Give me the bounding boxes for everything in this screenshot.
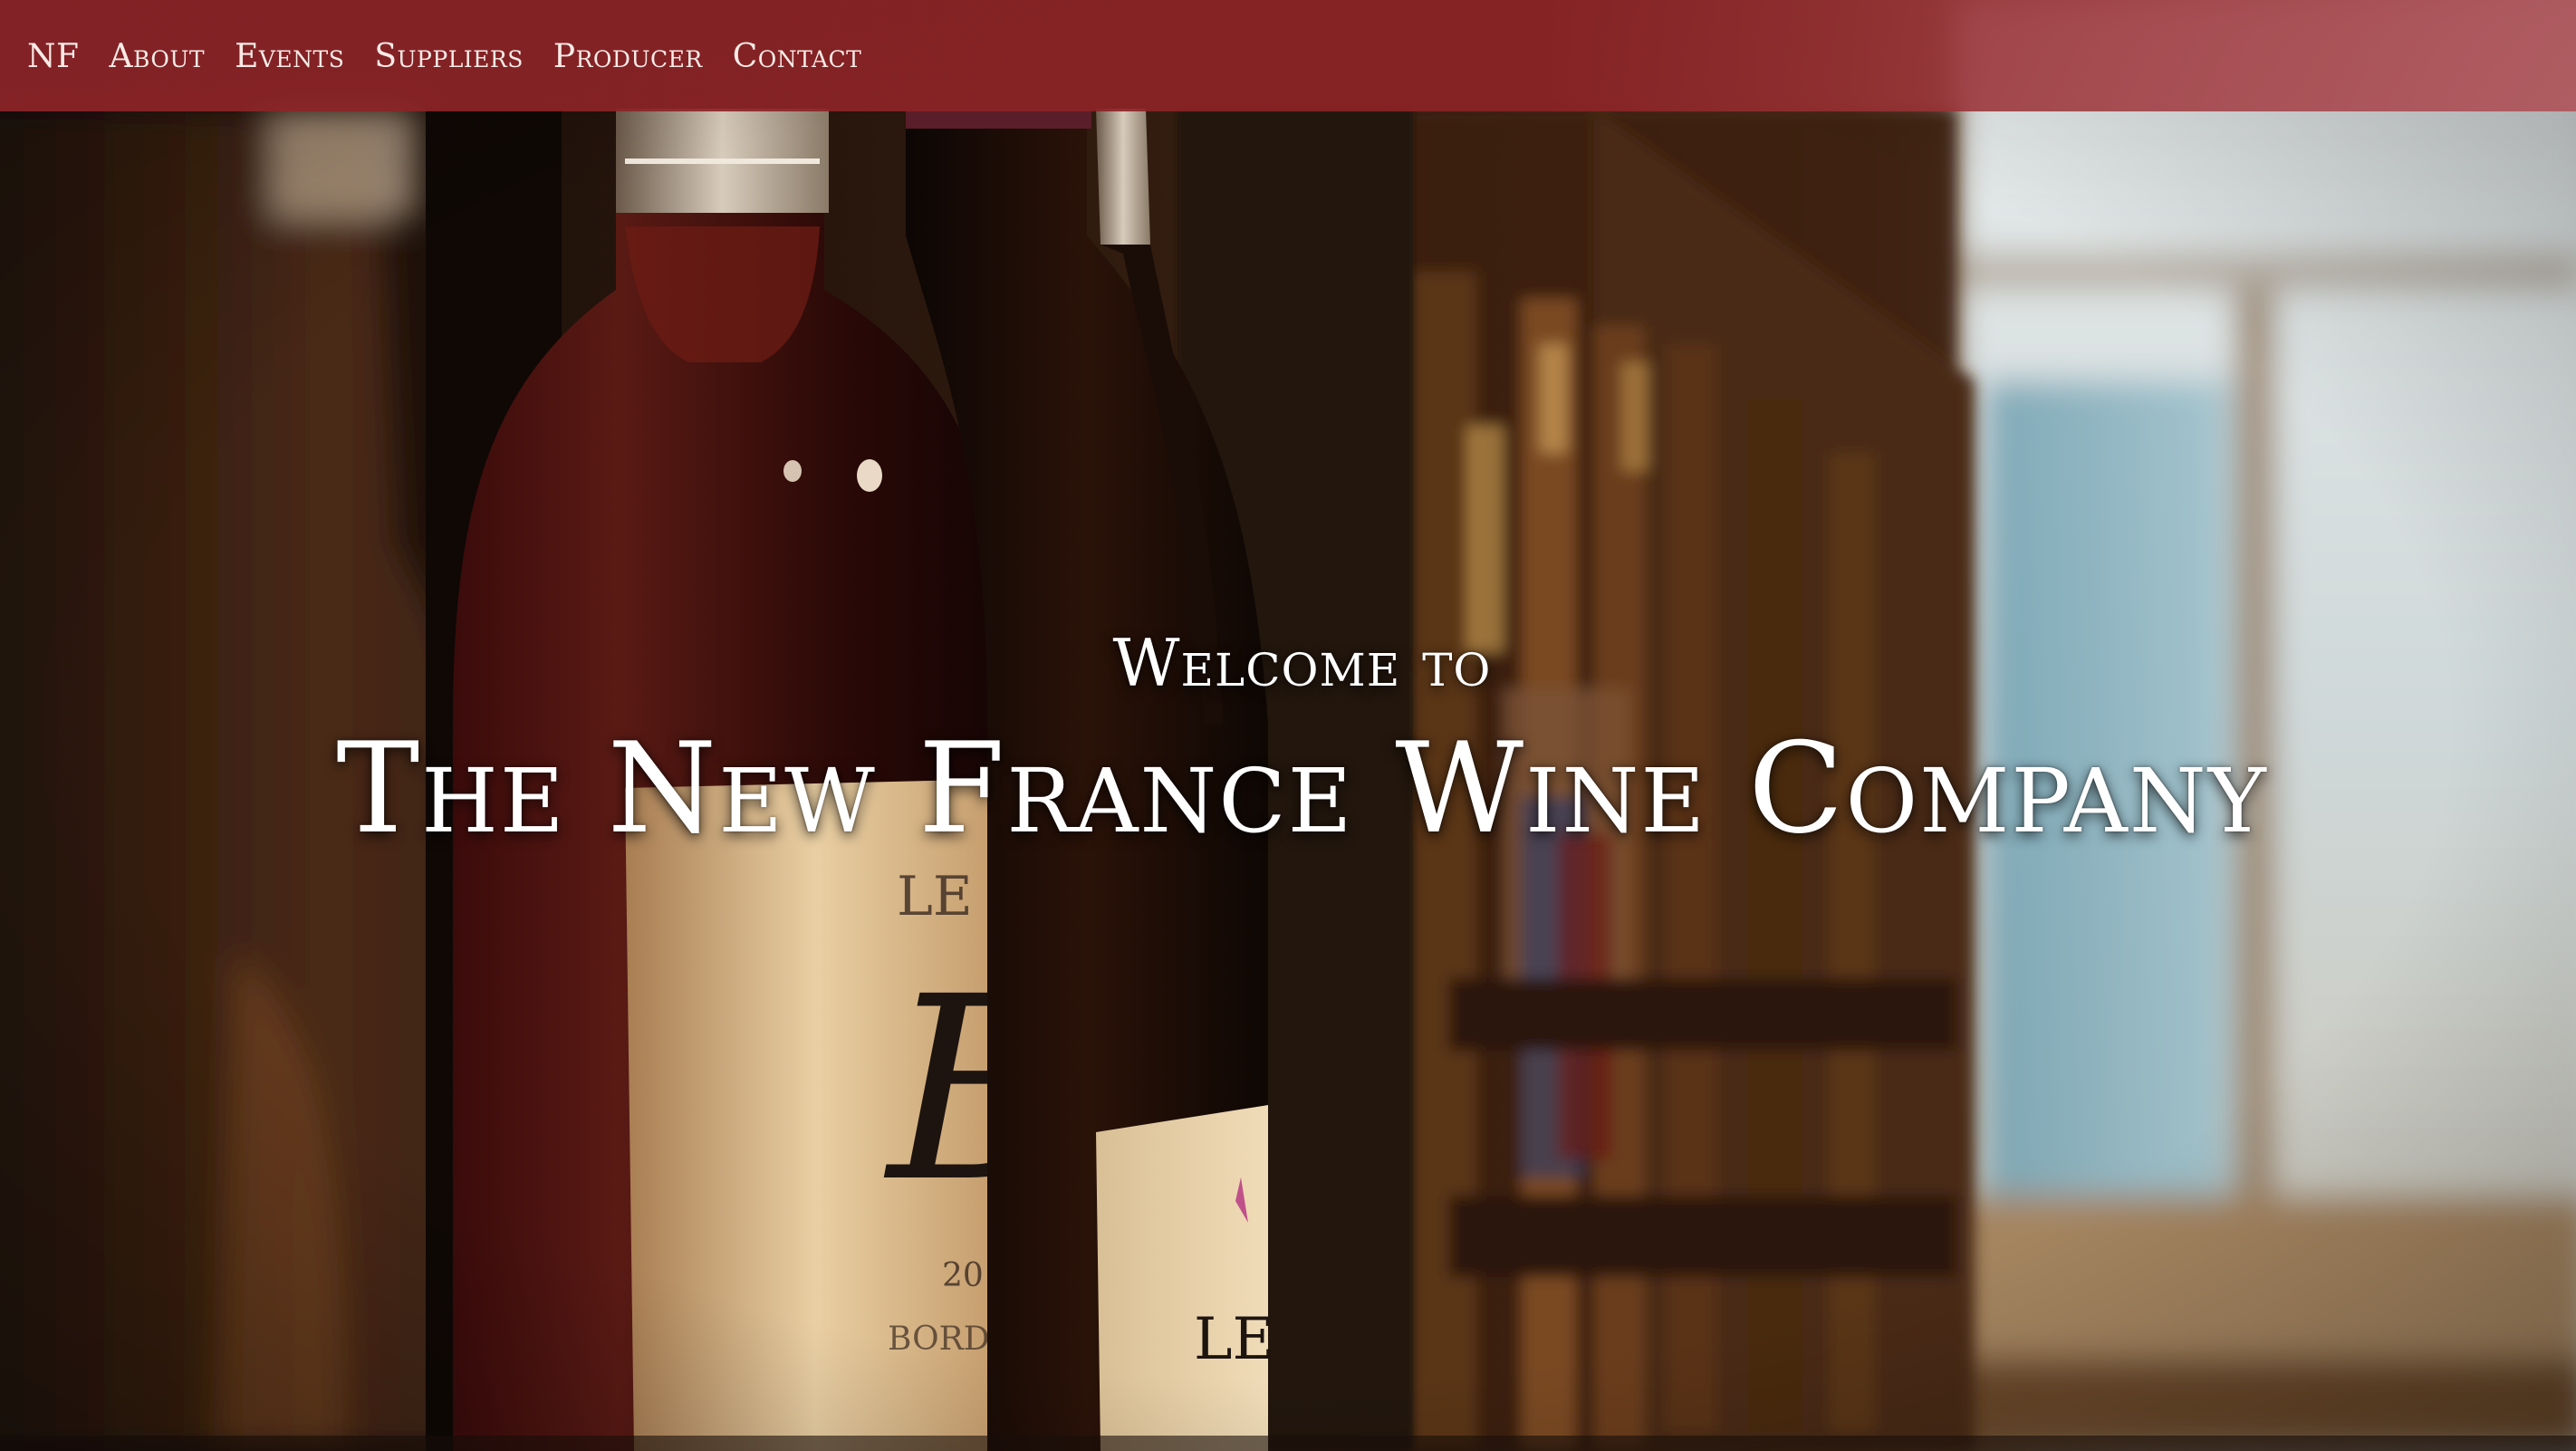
nav-link-producer[interactable]: Producer bbox=[553, 39, 703, 73]
nav-link-events[interactable]: Events bbox=[235, 39, 344, 73]
nav-link-suppliers[interactable]: Suppliers bbox=[374, 39, 524, 73]
top-navbar: NF About Events Suppliers Producer Conta… bbox=[0, 0, 2576, 111]
nav-link-home[interactable]: NF bbox=[27, 39, 79, 73]
hero-company-title: The New France Wine Company bbox=[336, 716, 2268, 861]
nav-link-contact[interactable]: Contact bbox=[733, 39, 862, 73]
nav-link-about[interactable]: About bbox=[109, 39, 205, 73]
hero-welcome-text: Welcome to bbox=[1112, 625, 1492, 701]
